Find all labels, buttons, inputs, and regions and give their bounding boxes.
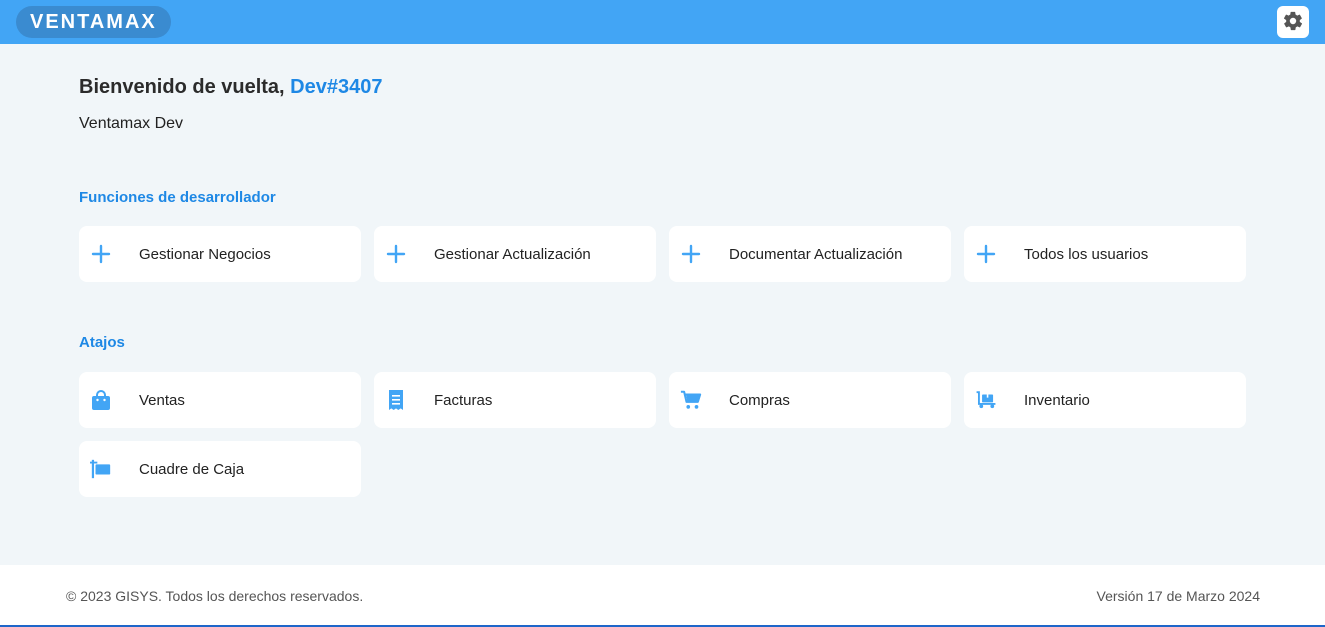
app-logo[interactable]: VENTAMAX <box>16 6 171 38</box>
card-ventas[interactable]: Ventas <box>79 372 361 428</box>
card-label: Gestionar Negocios <box>139 245 271 263</box>
card-label: Compras <box>729 391 790 409</box>
card-todos-los-usuarios[interactable]: Todos los usuarios <box>964 226 1246 282</box>
card-compras[interactable]: Compras <box>669 372 951 428</box>
gear-icon <box>1282 10 1304 35</box>
footer-version: Versión 17 de Marzo 2024 <box>1096 588 1260 604</box>
plus-icon <box>385 243 407 265</box>
greeting-text: Bienvenido de vuelta, <box>79 76 285 98</box>
card-documentar-actualizacion[interactable]: Documentar Actualización <box>669 226 951 282</box>
plus-icon <box>975 243 997 265</box>
settings-button[interactable] <box>1277 6 1309 38</box>
footer: © 2023 GISYS. Todos los derechos reserva… <box>0 565 1325 627</box>
cash-register-icon <box>90 458 112 480</box>
top-bar: VENTAMAX <box>0 0 1325 44</box>
username: Dev#3407 <box>290 76 383 98</box>
card-label: Inventario <box>1024 391 1090 409</box>
card-label: Cuadre de Caja <box>139 460 245 478</box>
card-gestionar-actualizacion[interactable]: Gestionar Actualización <box>374 226 656 282</box>
shortcuts-section-title: Atajos <box>79 334 125 351</box>
receipt-icon <box>385 389 407 411</box>
card-label: Documentar Actualización <box>729 245 903 263</box>
welcome-heading: Bienvenido de vuelta, Dev#3407 <box>79 76 382 99</box>
card-label: Todos los usuarios <box>1024 245 1149 263</box>
card-label: Gestionar Actualización <box>434 245 591 263</box>
plus-icon <box>680 243 702 265</box>
shopping-cart-icon <box>680 389 702 411</box>
card-label: Ventas <box>139 391 185 409</box>
card-label: Facturas <box>434 391 493 409</box>
card-facturas[interactable]: Facturas <box>374 372 656 428</box>
card-gestionar-negocios[interactable]: Gestionar Negocios <box>79 226 361 282</box>
card-inventario[interactable]: Inventario <box>964 372 1246 428</box>
company-name: Ventamax Dev <box>79 115 184 132</box>
dolly-icon <box>975 389 997 411</box>
shopping-bag-icon <box>90 389 112 411</box>
plus-icon <box>90 243 112 265</box>
footer-copyright: © 2023 GISYS. Todos los derechos reserva… <box>66 588 364 604</box>
card-cuadre-de-caja[interactable]: Cuadre de Caja <box>79 441 361 497</box>
dev-section-title: Funciones de desarrollador <box>79 189 276 206</box>
